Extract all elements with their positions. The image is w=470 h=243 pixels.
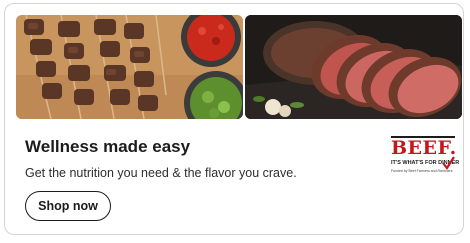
promo-subtitle: Get the nutrition you need & the flavor …: [25, 166, 297, 180]
promo-title: Wellness made easy: [25, 137, 191, 156]
roast-beef-photo: [245, 15, 462, 119]
beef-brand-logo: BEEF. IT'S WHAT'S FOR DINNER Funded by B…: [391, 136, 459, 180]
promo-card[interactable]: Wellness made easy Get the nutrition you…: [4, 3, 464, 235]
kabob-photo: [16, 15, 243, 119]
checkmark-icon: [442, 156, 455, 170]
shop-now-button[interactable]: Shop now: [25, 191, 111, 221]
